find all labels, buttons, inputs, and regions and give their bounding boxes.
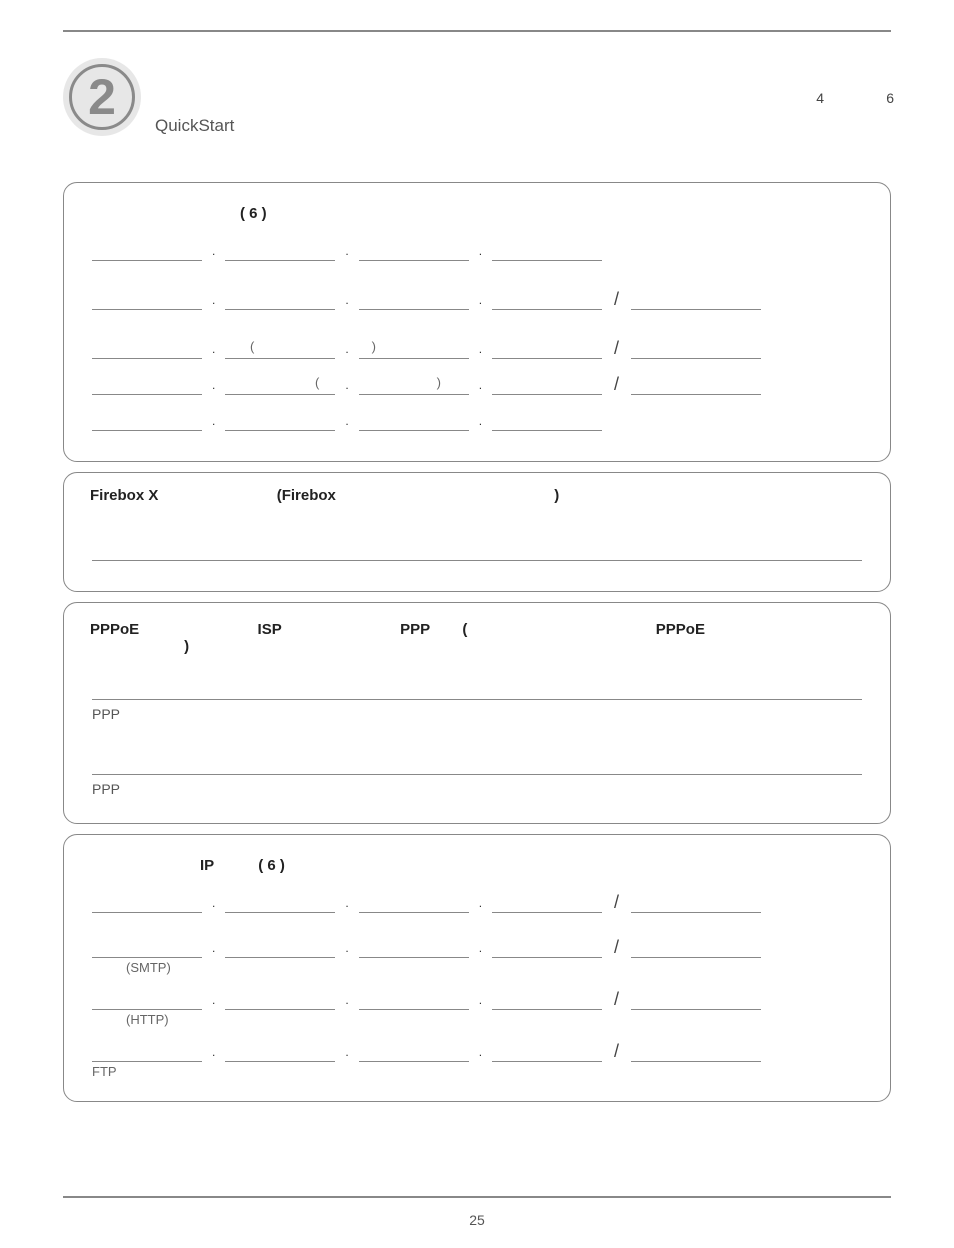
octet-field[interactable] [92,338,202,359]
section-pppoe: PPPoE ISP PPP ( PPPoE ) PPP PPP [63,602,891,824]
octet-field[interactable] [359,1041,469,1062]
octet-field[interactable] [92,289,202,310]
text-field[interactable] [92,673,862,700]
page-number: 25 [0,1212,954,1228]
ppp-field-1: PPP [90,673,864,722]
octet-field[interactable] [225,1041,335,1062]
firebox-title: Firebox X (Firebox ) [90,487,864,504]
octet-field[interactable] [92,410,202,431]
octet-field[interactable] [359,289,469,310]
octet-field[interactable] [492,937,602,958]
top-rule [63,30,891,32]
section-firebox: Firebox X (Firebox ) [63,472,891,592]
octet-field[interactable] [225,937,335,958]
octet-field[interactable] [92,1041,202,1062]
server-ip-row-1: . . . / [92,892,864,913]
netmask-field[interactable] [631,937,761,958]
document-page: 2 QuickStart 4 6 ( 6 ) . . . . . . / . .… [0,0,954,1248]
section-server-ip: IP ( 6 ) . . . / . . . / (SMTP) . . . / … [63,834,891,1102]
quickstart-label: QuickStart [155,116,234,136]
octet-field[interactable] [225,410,335,431]
netmask-field[interactable] [631,374,761,395]
octet-field[interactable] [225,289,335,310]
http-label: (HTTP) [126,1012,864,1027]
octet-field[interactable] [225,240,335,261]
octet-field[interactable] [492,989,602,1010]
octet-field[interactable] [92,892,202,913]
octet-field[interactable] [225,989,335,1010]
ip-row-4: . . . / [92,374,864,395]
octet-field[interactable] [359,240,469,261]
octet-field[interactable] [359,937,469,958]
ppp-label-1: PPP [92,706,864,722]
ppp-field-2: PPP [90,748,864,797]
server-ip-row-smtp: . . . / [92,937,864,958]
header-num-b: 6 [886,90,894,106]
octet-field[interactable] [492,338,602,359]
step-badge: 2 [63,58,141,136]
smtp-label: (SMTP) [126,960,864,975]
octet-field[interactable] [359,410,469,431]
page-header: 2 QuickStart [63,58,891,136]
pppoe-title: PPPoE ISP PPP ( PPPoE ) [90,621,864,655]
server-ip-row-ftp: . . . / [92,1041,864,1062]
octet-field[interactable] [492,1041,602,1062]
octet-field[interactable] [492,892,602,913]
octet-field[interactable] [92,240,202,261]
octet-field[interactable] [359,989,469,1010]
ip-row-3: . . . / [92,338,864,359]
badge-ring-icon [69,64,135,130]
server-ip-row-http: . . . / [92,989,864,1010]
text-field[interactable] [92,534,862,561]
ip-row-1: . . . [92,240,864,261]
octet-field[interactable] [492,374,602,395]
octet-field[interactable] [92,989,202,1010]
octet-field[interactable] [492,289,602,310]
text-field[interactable] [92,748,862,775]
octet-field[interactable] [359,892,469,913]
ip-row-5: . . . [92,410,864,431]
octet-field[interactable] [92,374,202,395]
octet-field[interactable] [492,240,602,261]
bottom-rule [63,1196,891,1198]
netmask-field[interactable] [631,989,761,1010]
ppp-label-2: PPP [92,781,864,797]
section-1-title: ( 6 ) [240,205,864,222]
ftp-label: FTP [92,1064,864,1079]
section-4-title: IP ( 6 ) [200,857,864,874]
netmask-field[interactable] [631,289,761,310]
netmask-field[interactable] [631,892,761,913]
octet-field[interactable] [92,937,202,958]
octet-field[interactable] [225,892,335,913]
header-num-a: 4 [816,90,824,106]
netmask-field[interactable] [631,338,761,359]
ip-row-2: . . . / [92,289,864,310]
section-network-addresses: ( 6 ) . . . . . . / . . . / ( ) [63,182,891,462]
octet-field[interactable] [492,410,602,431]
netmask-field[interactable] [631,1041,761,1062]
